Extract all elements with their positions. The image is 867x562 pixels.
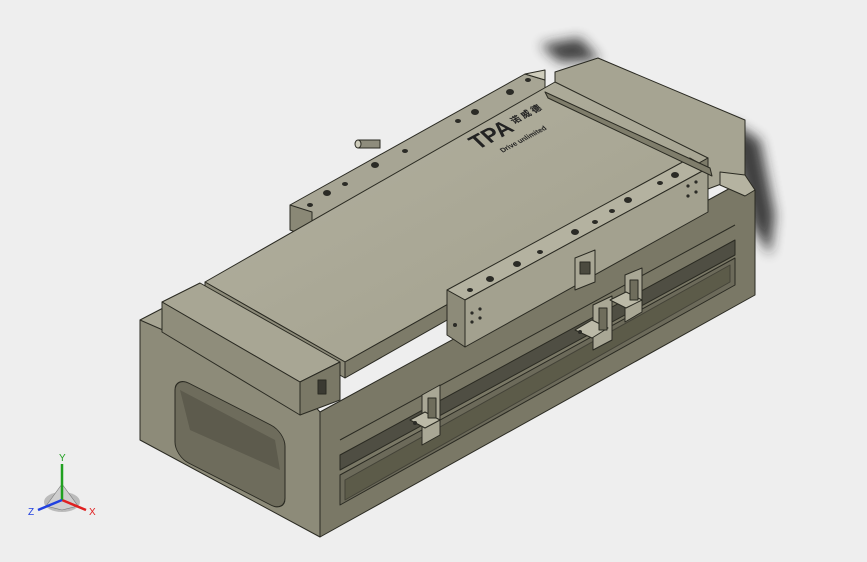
y-axis-label: Y xyxy=(59,453,66,464)
coordinate-triad[interactable]: X Y Z xyxy=(28,453,96,518)
z-axis-label: Z xyxy=(28,507,34,518)
motor-shaft xyxy=(354,139,381,149)
cad-viewport[interactable]: TPA 诺 威 德 Drive unlimited X Y Z xyxy=(0,0,867,562)
x-axis-label: X xyxy=(89,507,96,518)
linear-module-model: TPA 诺 威 德 Drive unlimited X Y Z xyxy=(28,38,775,538)
